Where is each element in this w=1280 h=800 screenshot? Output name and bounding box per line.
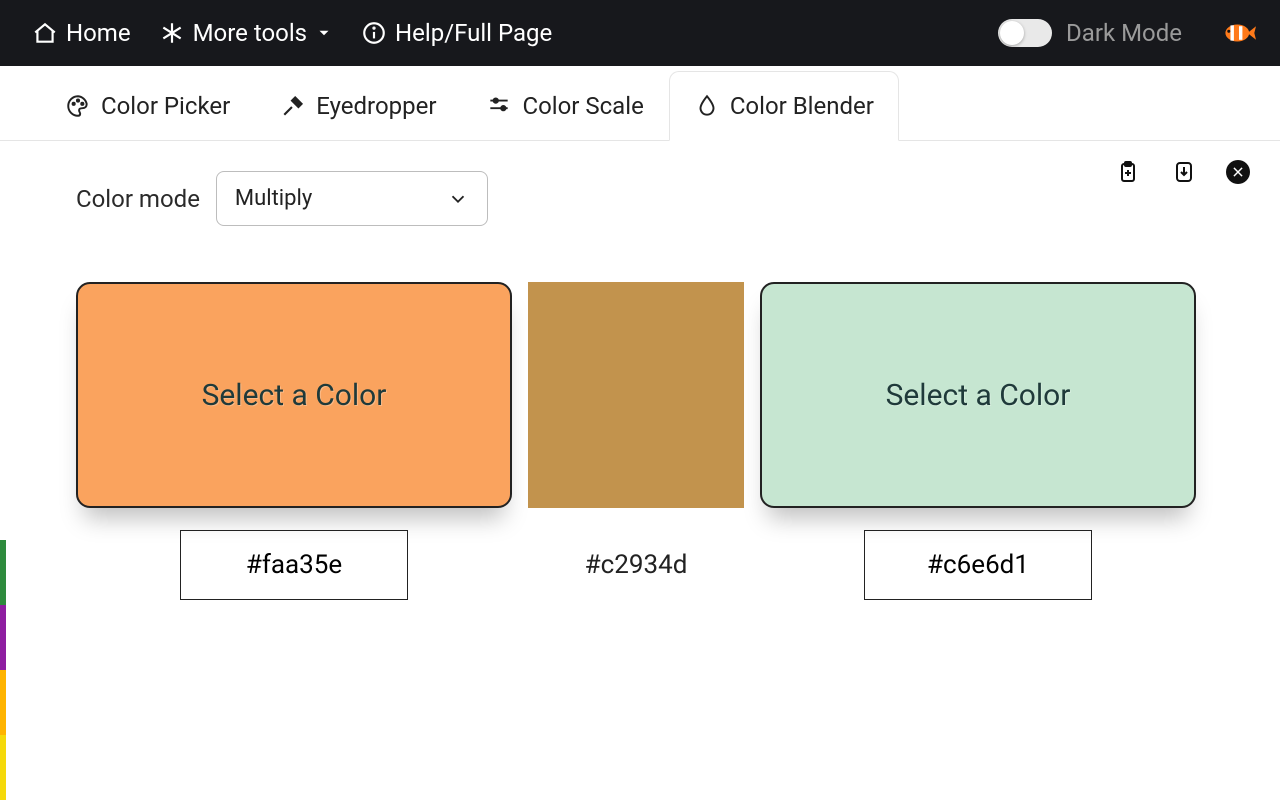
- tab-color-blender[interactable]: Color Blender: [669, 71, 899, 141]
- color-a-swatch[interactable]: Select a Color: [76, 282, 512, 508]
- tab-label: Color Blender: [730, 92, 874, 120]
- chevron-down-icon: [447, 188, 469, 210]
- edge-strip-swatch: [0, 735, 6, 800]
- clownfish-svg: [1222, 20, 1256, 46]
- help-label: Help/Full Page: [395, 19, 552, 47]
- toggle-knob: [1000, 21, 1024, 45]
- more-tools-menu[interactable]: More tools: [159, 19, 333, 47]
- info-icon: [361, 20, 387, 46]
- clownfish-icon[interactable]: [1222, 20, 1256, 46]
- header-left: Home More tools Help/Full Page: [32, 19, 552, 47]
- chevron-down-icon: [315, 24, 333, 42]
- dark-mode-label: Dark Mode: [1066, 19, 1182, 47]
- more-tools-label: More tools: [193, 19, 307, 47]
- home-icon: [32, 20, 58, 46]
- tab-label: Color Scale: [522, 92, 643, 120]
- tabs: Color Picker Eyedropper Color Scale Colo…: [0, 70, 1280, 141]
- color-mode-row: Color mode Multiply: [76, 171, 1204, 226]
- eyedropper-icon: [280, 93, 306, 119]
- sliders-icon: [486, 93, 512, 119]
- edge-strip-swatch: [0, 605, 6, 670]
- hex-a-cell: #faa35e: [76, 530, 512, 600]
- asterisk-icon: [159, 20, 185, 46]
- tab-label: Eyedropper: [316, 92, 436, 120]
- color-b-hex-input[interactable]: #c6e6d1: [864, 530, 1092, 600]
- color-a-hex: #faa35e: [246, 550, 342, 580]
- hex-result-cell: #c2934d: [528, 530, 744, 600]
- edge-strip-swatch: [0, 670, 6, 735]
- color-b-swatch[interactable]: Select a Color: [760, 282, 1196, 508]
- home-label: Home: [66, 19, 131, 47]
- color-mode-label: Color mode: [76, 185, 200, 213]
- tab-label: Color Picker: [101, 92, 230, 120]
- color-a-hex-input[interactable]: #faa35e: [180, 530, 408, 600]
- main-content: Color mode Multiply Select a Color Selec…: [0, 141, 1280, 600]
- dark-mode-control: Dark Mode: [998, 19, 1182, 47]
- result-hex: #c2934d: [585, 550, 688, 580]
- tab-color-scale[interactable]: Color Scale: [461, 71, 668, 141]
- dark-mode-toggle[interactable]: [998, 19, 1052, 47]
- color-b-prompt: Select a Color: [886, 378, 1071, 413]
- edge-strip-swatch: [0, 540, 6, 605]
- color-mode-select[interactable]: Multiply: [216, 171, 488, 226]
- hex-b-cell: #c6e6d1: [760, 530, 1196, 600]
- hex-row: #faa35e #c2934d #c6e6d1: [76, 530, 1204, 600]
- color-b-hex: #c6e6d1: [927, 550, 1029, 580]
- home-link[interactable]: Home: [32, 19, 131, 47]
- droplet-icon: [694, 93, 720, 119]
- edge-color-strip: [0, 540, 6, 800]
- tab-eyedropper[interactable]: Eyedropper: [255, 71, 461, 141]
- color-mode-value: Multiply: [235, 186, 312, 211]
- app-header: Home More tools Help/Full Page Dark Mode: [0, 0, 1280, 66]
- help-link[interactable]: Help/Full Page: [361, 19, 552, 47]
- palette-icon: [65, 93, 91, 119]
- color-a-prompt: Select a Color: [202, 378, 387, 413]
- swatch-row: Select a Color Select a Color: [76, 282, 1204, 508]
- tab-color-picker[interactable]: Color Picker: [40, 71, 255, 141]
- result-swatch: [528, 282, 744, 508]
